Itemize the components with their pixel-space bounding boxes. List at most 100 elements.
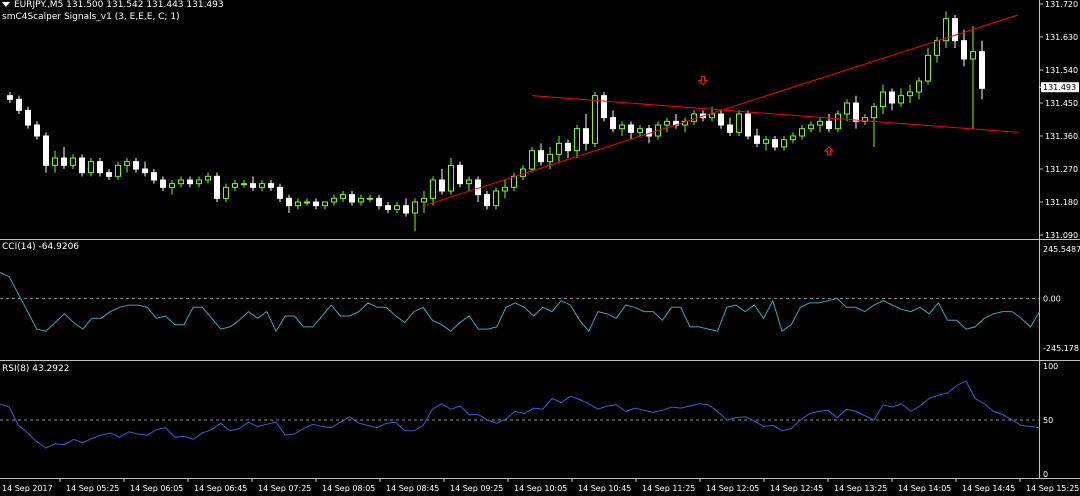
candle-body <box>529 150 535 170</box>
candle-body <box>736 113 742 133</box>
candle-body <box>709 113 715 119</box>
candle-body <box>124 161 130 166</box>
candle-body <box>520 168 526 177</box>
cci-panel-label: CCI(14) -64.9206 <box>2 242 80 252</box>
candle-body <box>718 113 724 126</box>
rsi-panel-label: RSI(8) 43.2922 <box>2 364 70 374</box>
current-price-label: 131.493 <box>1043 83 1076 92</box>
candle-body <box>547 153 553 163</box>
candle-body <box>25 109 31 126</box>
candle-body <box>817 120 823 126</box>
time-tick-label: 14 Sep 15:25 <box>1026 484 1079 493</box>
candle-body <box>835 113 841 130</box>
candle-body <box>925 54 931 82</box>
time-tick-label: 14 Sep 09:25 <box>450 484 503 493</box>
price-tick-label: 131.720 <box>1045 0 1078 9</box>
sell-arrow-icon <box>697 76 709 86</box>
indicator-header: smC4Scalper Signals_v1 (3, E,E,E, C; 1) <box>2 12 180 22</box>
candle-body <box>961 40 967 60</box>
trendline <box>423 14 1019 207</box>
candle-body <box>889 91 895 104</box>
candle-body <box>430 179 436 199</box>
candle-body <box>745 113 751 137</box>
price-tick-label: 131.540 <box>1045 66 1078 75</box>
candle-body <box>385 205 391 210</box>
candle-body <box>934 40 940 56</box>
candle-body <box>142 168 148 174</box>
time-tick-label: 14 Sep 08:05 <box>322 484 375 493</box>
candle-body <box>844 102 850 115</box>
candle-body <box>349 194 355 203</box>
collapse-triangle-icon[interactable] <box>2 2 10 7</box>
symbol-header: EURJPY.,M5 131.500 131.542 131.443 131.4… <box>2 0 224 10</box>
candle-body <box>178 179 184 185</box>
time-tick-label: 14 Sep 12:45 <box>770 484 823 493</box>
candle-body <box>592 95 598 144</box>
chart-canvas[interactable]: 131.720 131.630 131.540 131.450 131.360 131.2… <box>0 0 1080 496</box>
candle-body <box>979 51 985 89</box>
candle-body <box>358 197 364 203</box>
candle-body <box>403 205 409 214</box>
candle-body <box>916 80 922 93</box>
price-tick-label: 131.630 <box>1045 33 1078 42</box>
time-tick-label: 14 Sep 12:05 <box>706 484 759 493</box>
candle-body <box>295 201 301 207</box>
candle-body <box>754 135 760 144</box>
candle-body <box>304 201 310 204</box>
candle-body <box>538 150 544 163</box>
candle-body <box>313 201 319 207</box>
rsi-tick-label: 100 <box>1043 362 1058 371</box>
candle-body <box>502 186 508 192</box>
price-tick-label: 131.450 <box>1045 99 1078 108</box>
candle-body <box>790 135 796 141</box>
candle-body <box>628 124 634 133</box>
candle-body <box>133 161 139 170</box>
candle-body <box>781 139 787 148</box>
candle-body <box>421 197 427 203</box>
candle-body <box>106 172 112 177</box>
candle-body <box>799 128 805 137</box>
candle-body <box>439 179 445 192</box>
price-tick-label: 131.360 <box>1045 132 1078 141</box>
candle-body <box>34 124 40 137</box>
time-tick-label: 14 Sep 08:45 <box>386 484 439 493</box>
candle-body <box>322 201 328 207</box>
candle-body <box>43 135 49 166</box>
candle-body <box>115 164 121 177</box>
candle-body <box>826 120 832 130</box>
candle-body <box>466 179 472 185</box>
candle-body <box>7 95 13 100</box>
candle-body <box>268 183 274 188</box>
time-tick-label: 14 Sep 05:25 <box>66 484 119 493</box>
candle-body <box>907 91 913 97</box>
candle-body <box>223 186 229 199</box>
candle-body <box>331 197 337 203</box>
candle-body <box>952 18 958 42</box>
candle-body <box>376 197 382 207</box>
candle-body <box>511 175 517 188</box>
cci-tick-label: 0.00 <box>1043 295 1061 304</box>
candle-body <box>970 51 976 60</box>
time-tick-label: 14 Sep 10:05 <box>514 484 567 493</box>
candle-body <box>160 179 166 188</box>
time-tick-label: 14 Sep 14:45 <box>962 484 1015 493</box>
cci-line <box>0 271 1041 333</box>
time-tick-label: 14 Sep 06:05 <box>130 484 183 493</box>
candle-body <box>448 164 454 192</box>
price-tick-label: 131.090 <box>1045 231 1078 240</box>
time-tick-label: 14 Sep 11:25 <box>642 484 695 493</box>
price-tick-label: 131.270 <box>1045 165 1078 174</box>
candle-body <box>205 175 211 181</box>
candle-body <box>196 179 202 185</box>
candle-body <box>151 172 157 181</box>
candle-body <box>214 175 220 199</box>
candle-body <box>169 183 175 188</box>
rsi-tick-label: 50 <box>1043 416 1053 425</box>
candle-body <box>691 113 697 122</box>
candle-body <box>367 197 373 200</box>
candle-body <box>880 91 886 108</box>
candle-body <box>808 124 814 130</box>
candle-body <box>619 124 625 130</box>
candle-body <box>61 157 67 166</box>
cci-tick-label: 245.5487 <box>1043 245 1080 254</box>
